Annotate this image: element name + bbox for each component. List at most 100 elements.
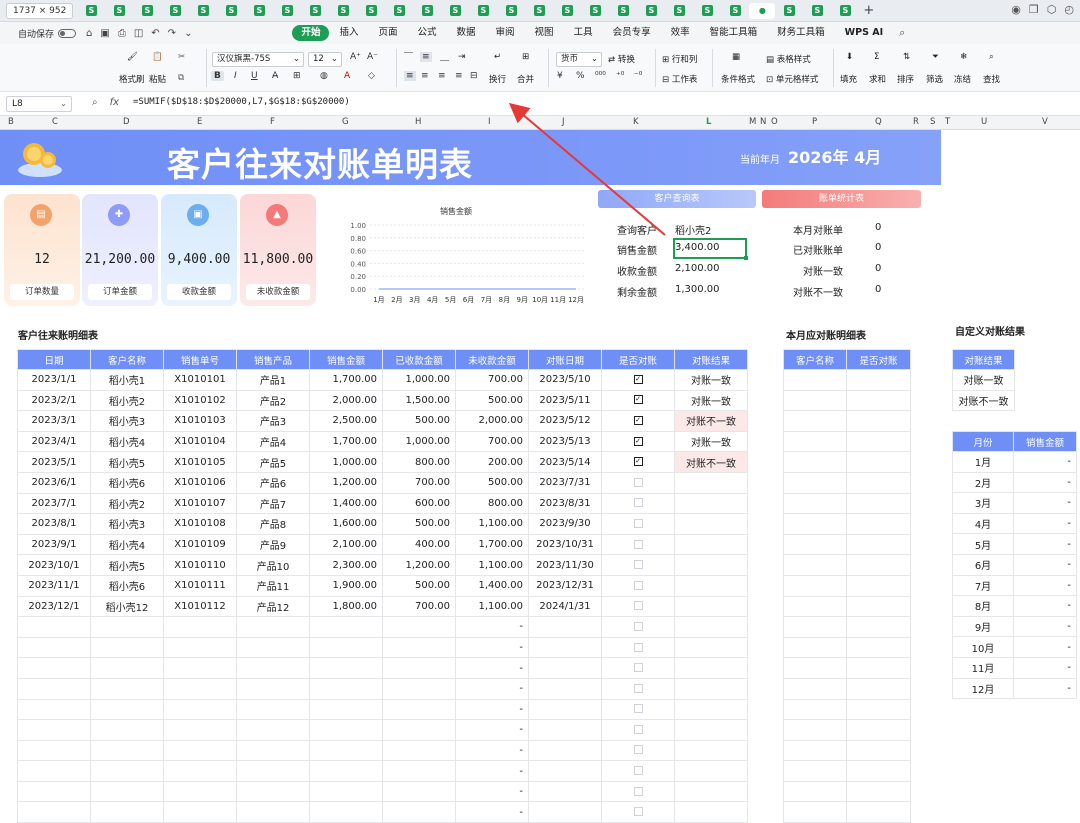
table-cell[interactable] <box>163 801 237 823</box>
table-cell[interactable] <box>846 636 911 659</box>
table-cell[interactable] <box>17 616 91 638</box>
paste-button[interactable]: 粘贴 <box>149 73 166 85</box>
table-cell[interactable] <box>674 677 748 700</box>
table-cell[interactable]: 对账一致 <box>674 389 748 412</box>
table-cell[interactable]: 500.00 <box>382 410 456 432</box>
table-cell[interactable] <box>783 451 847 473</box>
table-cell[interactable]: 2023/1/1 <box>17 369 91 391</box>
table-cell[interactable] <box>783 492 847 515</box>
cell-style-button[interactable]: ⊡ 单元格样式 <box>766 73 818 85</box>
table-cell[interactable] <box>90 616 164 638</box>
checkbox-icon[interactable] <box>633 580 643 590</box>
table-cell[interactable]: X1010105 <box>163 451 237 473</box>
table-cell[interactable]: 产品8 <box>236 513 310 535</box>
home-icon[interactable]: ⌂ <box>86 28 92 39</box>
table-cell[interactable] <box>382 698 456 721</box>
align-right-icon[interactable]: ≡ <box>438 71 446 81</box>
table-cell[interactable] <box>846 574 911 597</box>
document-tab[interactable]: S <box>273 3 301 19</box>
table-cell[interactable]: 产品3 <box>236 410 310 432</box>
document-tab[interactable]: S <box>831 3 859 19</box>
table-cell[interactable]: 400.00 <box>382 533 456 556</box>
table-cell[interactable]: - <box>1013 533 1077 555</box>
reconciled-cell[interactable]: ✓ <box>601 451 675 473</box>
table-cell[interactable] <box>783 471 847 494</box>
column-letter[interactable]: O <box>771 117 778 127</box>
table-cell[interactable] <box>674 492 748 515</box>
table-cell[interactable]: 1,700.00 <box>309 430 383 453</box>
cut-icon[interactable]: ✂ <box>178 52 185 62</box>
table-cell[interactable]: 700.00 <box>382 471 456 494</box>
column-letter[interactable]: G <box>342 117 349 127</box>
table-cell[interactable]: - <box>455 616 529 638</box>
table-cell[interactable]: 产品4 <box>236 430 310 453</box>
align-middle-icon[interactable]: ≡ <box>420 52 432 62</box>
column-header-cell[interactable]: 是否对账 <box>846 349 911 370</box>
increase-decimal-icon[interactable]: ⁺⁰ <box>616 71 624 81</box>
table-cell[interactable] <box>674 636 748 659</box>
checkbox-icon[interactable] <box>633 601 643 611</box>
checkbox-icon[interactable] <box>633 539 643 549</box>
table-cell[interactable]: - <box>1013 656 1077 679</box>
wrap-button[interactable]: 换行 <box>489 73 506 85</box>
table-cell[interactable]: 1,100.00 <box>455 513 529 535</box>
table-cell[interactable]: 1,400.00 <box>309 492 383 515</box>
clear-icon[interactable]: ◇ <box>368 71 375 81</box>
table-cell[interactable] <box>163 677 237 700</box>
menu-item[interactable]: WPS AI <box>835 25 893 41</box>
table-cell[interactable]: 2023/9/1 <box>17 533 91 556</box>
column-header-cell[interactable]: 日期 <box>17 349 91 370</box>
column-letter[interactable]: B <box>8 117 14 127</box>
table-cell[interactable]: 产品9 <box>236 533 310 556</box>
reconciled-cell[interactable] <box>601 533 675 556</box>
table-cell[interactable]: 7月 <box>952 574 1014 597</box>
query-value[interactable]: 稻小壳2 <box>675 222 711 237</box>
table-cell[interactable]: 2024/1/31 <box>528 595 602 618</box>
table-cell[interactable]: 稻小壳12 <box>90 595 164 618</box>
font-color-icon[interactable]: A <box>344 71 350 81</box>
table-cell[interactable]: - <box>455 801 529 823</box>
new-tab-button[interactable]: + <box>863 3 874 18</box>
sales-chart[interactable]: 1.00 0.80 0.60 0.40 0.20 0.00 1月 2月 3月 4月 5月 6月 7月 8月… <box>340 215 590 310</box>
table-cell[interactable]: - <box>1013 471 1077 494</box>
document-tab[interactable]: S <box>385 3 413 19</box>
currency-icon[interactable]: ¥ <box>557 71 563 81</box>
table-cell[interactable]: 2,000.00 <box>309 389 383 412</box>
table-cell[interactable] <box>528 616 602 638</box>
table-cell[interactable] <box>846 698 911 721</box>
table-cell[interactable] <box>846 369 911 391</box>
reconciled-cell[interactable] <box>601 760 675 782</box>
table-cell[interactable] <box>90 719 164 741</box>
table-cell[interactable] <box>163 698 237 721</box>
column-header-cell[interactable]: 客户名称 <box>90 349 164 370</box>
document-tab[interactable]: S <box>469 3 497 19</box>
table-cell[interactable]: 1,100.00 <box>455 595 529 618</box>
column-letter[interactable]: C <box>52 117 58 127</box>
reconciled-cell[interactable] <box>601 677 675 700</box>
document-tab[interactable]: S <box>441 3 469 19</box>
table-cell[interactable] <box>309 657 383 679</box>
table-cell[interactable]: 9月 <box>952 615 1014 638</box>
table-cell[interactable] <box>90 760 164 782</box>
table-cell[interactable] <box>236 719 310 741</box>
table-cell[interactable]: 2023/10/1 <box>17 554 91 576</box>
table-cell[interactable]: 2,300.00 <box>309 554 383 576</box>
table-cell[interactable]: - <box>1013 595 1077 617</box>
table-cell[interactable] <box>90 677 164 700</box>
table-cell[interactable] <box>783 760 847 782</box>
table-cell[interactable]: - <box>455 760 529 782</box>
cube-icon[interactable]: ⬡ <box>1047 3 1057 16</box>
table-cell[interactable] <box>846 739 911 762</box>
table-cell[interactable] <box>309 677 383 700</box>
preview-icon[interactable]: ◫ <box>134 28 143 39</box>
table-cell[interactable]: 产品6 <box>236 471 310 494</box>
document-tab[interactable]: S <box>301 3 329 19</box>
reconciled-cell[interactable]: ✓ <box>601 369 675 391</box>
document-tab[interactable]: S <box>189 3 217 19</box>
table-cell[interactable]: 产品1 <box>236 369 310 391</box>
table-cell[interactable]: 800.00 <box>382 451 456 473</box>
date-value[interactable]: 2026年 4月 <box>788 144 881 168</box>
table-cell[interactable]: - <box>455 657 529 679</box>
table-cell[interactable]: 2023/9/30 <box>528 513 602 535</box>
table-cell[interactable]: - <box>1013 615 1077 638</box>
